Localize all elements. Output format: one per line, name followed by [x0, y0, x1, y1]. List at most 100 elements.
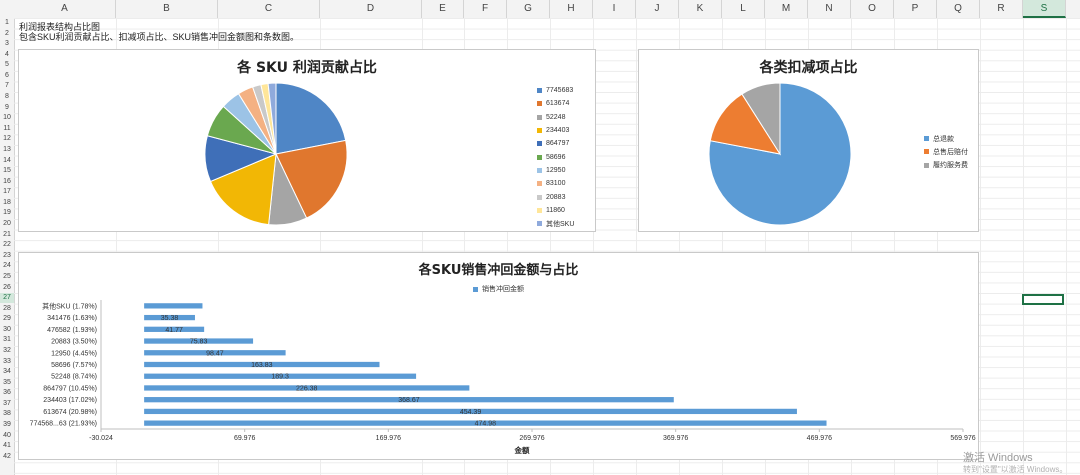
- legend-item: 11860: [537, 204, 574, 217]
- sku-profit-pie-chart[interactable]: 各 SKU 利润贡献占比 7745683 613674 52248 234403 864…: [18, 49, 596, 232]
- row-header-2[interactable]: 2: [0, 29, 14, 39]
- row-header-39[interactable]: 39: [0, 420, 14, 430]
- data-label: 163.83: [251, 362, 273, 369]
- row-header-42[interactable]: 42: [0, 452, 14, 462]
- activation-watermark-hint: 转到"设置"以激活 Windows。: [963, 465, 1068, 474]
- column-header-h[interactable]: H: [550, 0, 593, 18]
- deduction-pie-chart[interactable]: 各类扣减项占比 总退款 总售后赔付 履约服务费: [638, 49, 979, 232]
- legend-label: 613674: [546, 100, 570, 108]
- row-header-1[interactable]: 1: [0, 18, 14, 28]
- sales-reversal-bar-chart[interactable]: 各SKU销售冲回金额与占比 销售冲回金额 -30.024 69.976 169.97…: [18, 252, 979, 460]
- column-header-c[interactable]: C: [218, 0, 320, 18]
- y-tick-label: 12950 (4.45%): [51, 350, 97, 357]
- column-header-e[interactable]: E: [422, 0, 464, 18]
- x-tick-label: 169.976: [376, 435, 401, 442]
- row-header-7[interactable]: 7: [0, 81, 14, 91]
- row-header-5[interactable]: 5: [0, 60, 14, 70]
- active-cell-s27[interactable]: [1022, 294, 1064, 305]
- row-header-21[interactable]: 21: [0, 230, 14, 240]
- row-header-29[interactable]: 29: [0, 314, 14, 324]
- row-header-37[interactable]: 37: [0, 399, 14, 409]
- legend-label: 864797: [546, 140, 570, 148]
- pie-legend: 总退款 总售后赔付 履约服务费: [924, 132, 968, 172]
- row-header-18[interactable]: 18: [0, 198, 14, 208]
- row-header-28[interactable]: 28: [0, 304, 14, 314]
- row-header-36[interactable]: 36: [0, 388, 14, 398]
- y-tick-label: 613674 (20.98%): [43, 409, 97, 416]
- row-header-35[interactable]: 35: [0, 378, 14, 388]
- legend-swatch: [537, 128, 542, 134]
- row-header-20[interactable]: 20: [0, 219, 14, 229]
- data-label: 98.47: [206, 350, 224, 357]
- row-header-41[interactable]: 41: [0, 441, 14, 451]
- legend-label: 总售后赔付: [933, 148, 968, 156]
- y-tick-label: 52248 (8.74%): [51, 374, 97, 381]
- legend-swatch: [537, 167, 542, 173]
- column-header-o[interactable]: O: [851, 0, 894, 18]
- x-tick-label: 569.976: [950, 435, 975, 442]
- bar[interactable]: [144, 303, 203, 309]
- row-header-15[interactable]: 15: [0, 166, 14, 176]
- column-header-d[interactable]: D: [320, 0, 422, 18]
- row-header-32[interactable]: 32: [0, 346, 14, 356]
- row-header-13[interactable]: 13: [0, 145, 14, 155]
- legend-item: 613674: [537, 97, 574, 110]
- legend-label: 11860: [546, 206, 565, 214]
- row-header-40[interactable]: 40: [0, 431, 14, 441]
- column-header-g[interactable]: G: [507, 0, 550, 18]
- legend-item: 58696: [537, 150, 574, 163]
- row-header-8[interactable]: 8: [0, 92, 14, 102]
- column-header-n[interactable]: N: [808, 0, 851, 18]
- row-header-27[interactable]: 27: [0, 293, 14, 304]
- row-header-17[interactable]: 17: [0, 187, 14, 197]
- row-header-16[interactable]: 16: [0, 177, 14, 187]
- row-header-4[interactable]: 4: [0, 50, 14, 60]
- row-header-11[interactable]: 11: [0, 124, 14, 134]
- column-header-r[interactable]: R: [980, 0, 1023, 18]
- y-tick-label: 864797 (10.45%): [43, 385, 97, 392]
- row-header-3[interactable]: 3: [0, 39, 14, 49]
- row-header-10[interactable]: 10: [0, 113, 14, 123]
- column-header-p[interactable]: P: [894, 0, 937, 18]
- legend-item: 234403: [537, 124, 574, 137]
- row-header-31[interactable]: 31: [0, 335, 14, 345]
- legend-label: 20883: [546, 193, 566, 201]
- row-header-23[interactable]: 23: [0, 251, 14, 261]
- legend-item: 20883: [537, 190, 574, 203]
- column-header-a[interactable]: A: [14, 0, 116, 18]
- row-header-6[interactable]: 6: [0, 71, 14, 81]
- column-header-s[interactable]: S: [1023, 0, 1066, 18]
- column-header-j[interactable]: J: [636, 0, 679, 18]
- x-tick-label: -30.024: [89, 435, 113, 442]
- row-header-38[interactable]: 38: [0, 409, 14, 419]
- cell-a2[interactable]: 包含SKU利润贡献占比、扣减项占比、SKU销售冲回金额图和条数图。: [19, 30, 299, 43]
- y-tick-label: 20883 (3.50%): [51, 339, 97, 346]
- legend-swatch: [537, 101, 542, 107]
- legend-label: 58696: [546, 153, 566, 161]
- row-header-25[interactable]: 25: [0, 272, 14, 282]
- row-header-34[interactable]: 34: [0, 367, 14, 377]
- column-header-m[interactable]: M: [765, 0, 808, 18]
- row-header-9[interactable]: 9: [0, 103, 14, 113]
- row-header-24[interactable]: 24: [0, 261, 14, 271]
- row-header-14[interactable]: 14: [0, 156, 14, 166]
- row-header-33[interactable]: 33: [0, 357, 14, 367]
- x-tick-label: 369.976: [663, 435, 688, 442]
- legend-item: 864797: [537, 137, 574, 150]
- legend-swatch: [537, 221, 542, 227]
- y-tick-label: 58696 (7.57%): [51, 362, 97, 369]
- row-header-30[interactable]: 30: [0, 325, 14, 335]
- column-header-q[interactable]: Q: [937, 0, 980, 18]
- legend-label: 7745683: [546, 87, 574, 95]
- column-header-b[interactable]: B: [116, 0, 218, 18]
- column-header-i[interactable]: I: [593, 0, 636, 18]
- column-header-k[interactable]: K: [679, 0, 722, 18]
- activation-watermark: 激活 Windows: [963, 452, 1033, 464]
- row-header-26[interactable]: 26: [0, 283, 14, 293]
- row-header-19[interactable]: 19: [0, 208, 14, 218]
- legend-label: 12950: [546, 166, 566, 174]
- row-header-12[interactable]: 12: [0, 134, 14, 144]
- column-header-l[interactable]: L: [722, 0, 765, 18]
- row-header-22[interactable]: 22: [0, 240, 14, 250]
- column-header-f[interactable]: F: [464, 0, 507, 18]
